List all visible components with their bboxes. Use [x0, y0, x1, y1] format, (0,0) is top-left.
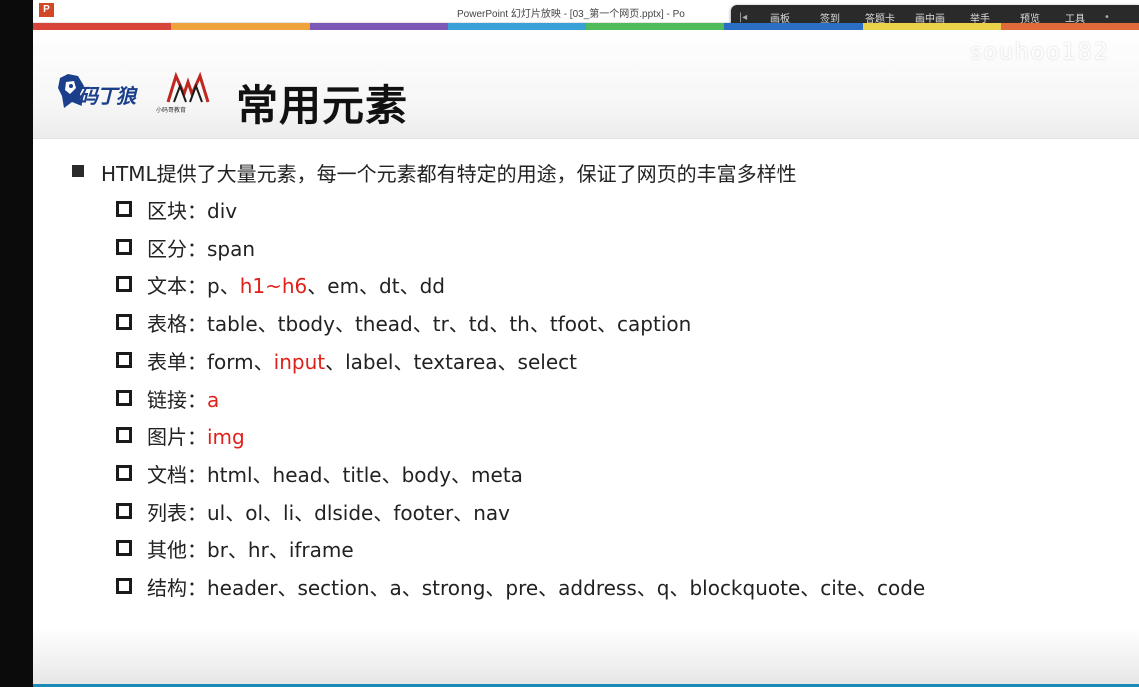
hollow-square-bullet-icon	[116, 238, 132, 255]
color-stripe-segment	[171, 23, 310, 30]
highlighted-segment: img	[207, 425, 245, 450]
hollow-square-bullet-icon	[116, 389, 132, 406]
text-segment: 结构：header、section、a、strong、pre、address、q…	[147, 576, 926, 600]
brand-logo-xmg: 小码哥教育	[154, 72, 224, 116]
color-stripe-segment	[33, 23, 172, 30]
main-bullet-text: HTML提供了大量元素，每一个元素都有特定的用途，保证了网页的丰富多样性	[101, 162, 797, 186]
text-segment: 文档：html、head、title、body、meta	[147, 462, 523, 487]
slide-footer-band	[33, 628, 1139, 684]
color-stripe	[33, 23, 1139, 30]
text-segment: 区分：span	[147, 236, 256, 261]
text-segment: 表单：form、	[147, 349, 274, 374]
list-item-text: 结构：header、section、a、strong、pre、address、q…	[147, 572, 925, 601]
window-title: PowerPoint 幻灯片放映 - [03_第一个网页.pptx] - Po	[457, 9, 685, 20]
mm-logo-icon	[166, 72, 210, 103]
list-item-text: 文档：html、head、title、body、meta	[147, 459, 523, 488]
text-segment: 、em、dt、dd	[307, 274, 445, 299]
text-segment: 区块：div	[147, 199, 238, 223]
list-item-text: 区块：div	[147, 195, 237, 224]
user-watermark: souhoo182	[970, 40, 1110, 65]
list-item-text: 区分：span	[147, 233, 255, 262]
list-item-text: 文本：p、h1~h6、em、dt、dd	[147, 270, 445, 299]
slide-title: 常用元素	[236, 81, 409, 130]
list-item-text: 列表：ul、ol、li、dlside、footer、nav	[147, 497, 510, 526]
overflow-dot-icon[interactable]: •	[1095, 12, 1119, 23]
highlighted-segment: a	[207, 387, 220, 412]
highlighted-segment: h1~h6	[239, 274, 308, 299]
hollow-square-bullet-icon	[116, 464, 132, 481]
brand-logo-wolf: 码丁狼	[56, 72, 152, 116]
hollow-square-bullet-icon	[116, 540, 132, 557]
text-segment: 其他：br、hr、iframe	[147, 538, 354, 563]
brand2-subtitle: 小码哥教育	[156, 107, 187, 114]
hollow-square-bullet-icon	[116, 314, 132, 331]
color-stripe-segment	[309, 23, 448, 30]
left-black-strip	[0, 0, 33, 687]
text-segment: 列表：ul、ol、li、dlside、footer、nav	[147, 500, 511, 525]
list-item-text: 其他：br、hr、iframe	[147, 534, 354, 563]
hollow-square-bullet-icon	[116, 427, 132, 444]
text-segment: 表格：table、tbody、thead、tr、td、th、tfoot、capt…	[147, 312, 692, 337]
color-stripe-segment	[586, 23, 725, 30]
collapse-arrow-icon[interactable]: |◂	[731, 12, 755, 23]
hollow-square-bullet-icon	[116, 502, 132, 519]
square-bullet-icon	[72, 165, 84, 177]
list-item-text: 表格：table、tbody、thead、tr、td、th、tfoot、capt…	[147, 308, 691, 337]
list-item-text: 表单：form、input、label、textarea、select	[147, 346, 577, 375]
hollow-square-bullet-icon	[116, 201, 132, 217]
highlighted-segment: input	[273, 349, 326, 374]
list-item-text: 图片：img	[147, 421, 245, 450]
color-stripe-segment	[724, 23, 863, 30]
brand1-text: 码丁狼	[78, 84, 136, 108]
color-stripe-segment	[1000, 23, 1139, 30]
text-segment: 、label、textarea、select	[325, 349, 577, 374]
list-item-text: 链接：a	[147, 384, 219, 413]
text-segment: 文本：p、	[147, 274, 240, 299]
powerpoint-icon[interactable]: P	[39, 3, 54, 17]
text-segment: 链接：	[147, 387, 207, 412]
hollow-square-bullet-icon	[116, 351, 132, 368]
hollow-square-bullet-icon	[116, 578, 132, 594]
text-segment: 图片：	[147, 425, 207, 450]
color-stripe-segment	[447, 23, 586, 30]
color-stripe-segment	[862, 23, 1001, 30]
hollow-square-bullet-icon	[116, 276, 132, 293]
